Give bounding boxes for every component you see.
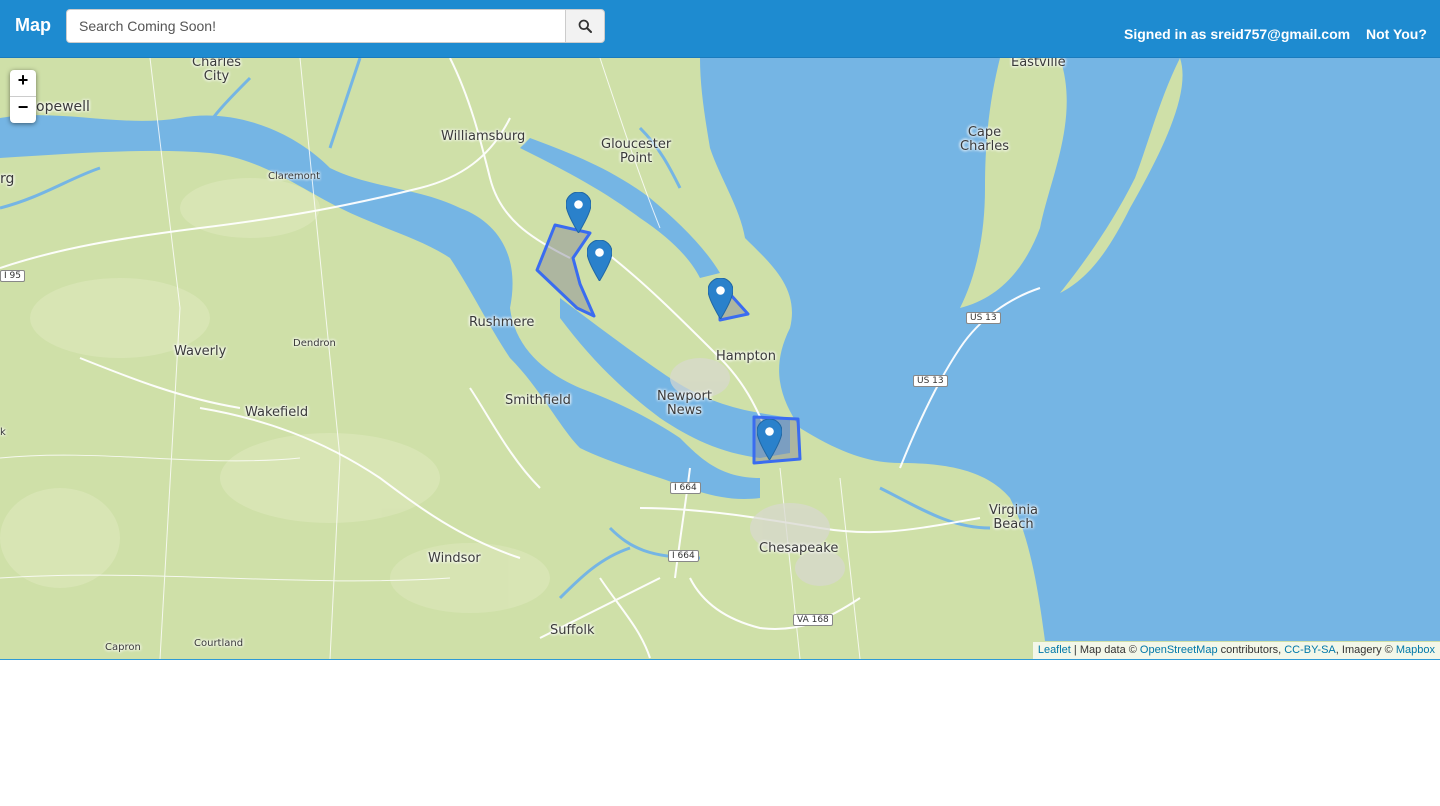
search-group [66,9,605,43]
map-marker-icon[interactable] [566,192,591,233]
shield-us13-a: US 13 [966,312,1001,324]
label-windsor: Windsor [428,551,481,566]
label-claremont: Claremont [268,171,321,182]
label-capron: Capron [105,642,141,653]
label-williamsburg: Williamsburg [441,129,526,144]
leaflet-link[interactable]: Leaflet [1038,644,1071,656]
zoom-out-button[interactable]: − [10,97,36,123]
map-marker-icon[interactable] [708,278,733,319]
label-rushmere: Rushmere [469,315,535,330]
label-dendron: Dendron [293,338,336,349]
zoom-in-button[interactable]: + [10,70,36,97]
zoom-control: + − [10,70,36,123]
license-link[interactable]: CC-BY-SA [1284,644,1336,656]
label-courtland: Courtland [194,638,244,649]
map-attribution: Leaflet | Map data © OpenStreetMap contr… [1032,642,1440,659]
label-eastville: Eastville [1011,58,1066,70]
label-wakefield: Wakefield [245,405,309,420]
shield-i95: I 95 [0,270,25,282]
not-you-link[interactable]: Not You? [1366,26,1427,42]
label-virginia-beach: Virginia Beach [989,503,1039,532]
attribution-text-1: | Map data © [1070,644,1140,656]
shield-va168: VA 168 [793,614,833,626]
label-rg: rg [0,171,15,187]
label-chesapeake: Chesapeake [759,541,839,556]
openstreetmap-link[interactable]: OpenStreetMap [1140,644,1218,656]
label-cape-charles: Cape Charles [960,125,1010,154]
label-waverly: Waverly [174,344,227,359]
map-marker-icon[interactable] [587,240,612,281]
shield-i664-a: I 664 [670,482,701,494]
label-k: k [0,427,6,438]
shield-us13-b: US 13 [913,375,948,387]
label-hampton: Hampton [716,349,776,364]
mapbox-link[interactable]: Mapbox [1396,644,1435,656]
search-input[interactable] [66,9,565,43]
label-newport-news: Newport News [657,389,713,418]
attribution-text-2: contributors, [1217,644,1285,656]
search-button[interactable] [565,9,605,43]
label-gloucester-point: Gloucester Point [601,137,672,166]
label-suffolk: Suffolk [550,623,595,638]
shield-i664-b: I 664 [668,550,699,562]
map-container[interactable]: Charles City opewell Williamsburg Glouce… [0,58,1440,660]
label-hopewell: opewell [36,99,90,115]
top-navbar: Map Signed in as sreid757@gmail.com Not … [0,0,1440,58]
label-charles-city: Charles City [192,58,242,84]
search-icon [578,19,592,33]
attribution-text-3: , Imagery © [1335,644,1396,656]
map-marker-icon[interactable] [757,419,782,460]
brand-link[interactable]: Map [15,15,51,36]
signed-in-text: Signed in as sreid757@gmail.com [1124,26,1351,42]
label-smithfield: Smithfield [505,393,571,408]
